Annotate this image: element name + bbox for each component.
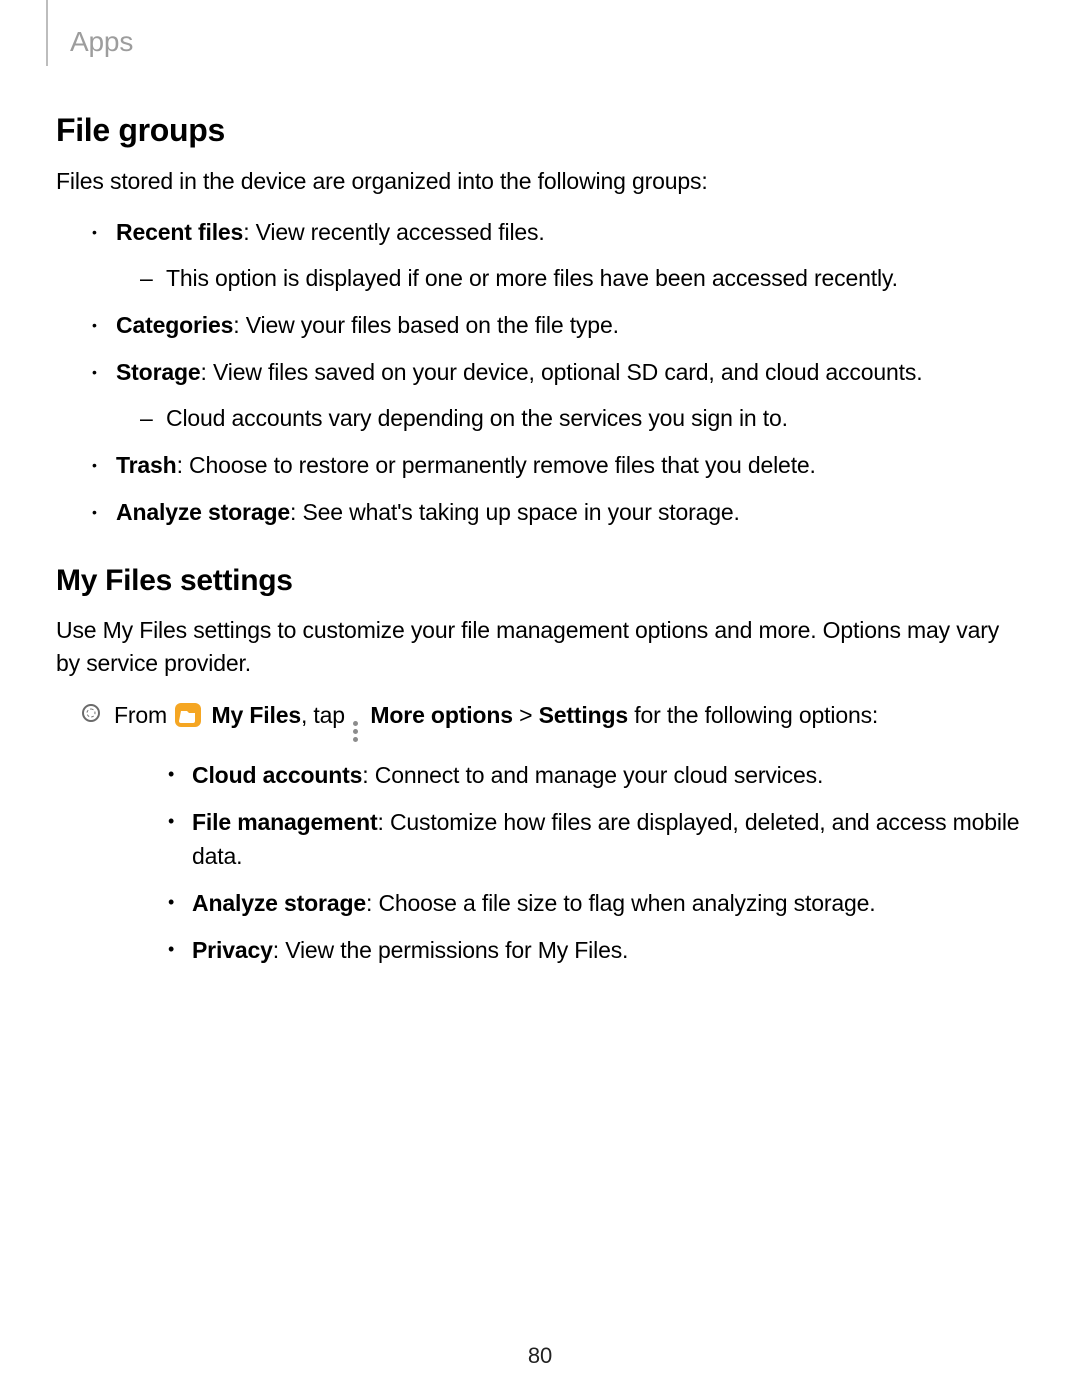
step-circle-icon xyxy=(82,704,100,722)
file-groups-list: Recent files: View recently accessed fil… xyxy=(92,216,1024,529)
item-text: : Connect to and manage your cloud servi… xyxy=(362,762,823,788)
sublist-item: This option is displayed if one or more … xyxy=(140,262,1024,295)
section-tab: Apps xyxy=(70,26,1024,58)
item-text: : View recently accessed files. xyxy=(243,219,544,245)
list-item: Trash: Choose to restore or permanently … xyxy=(92,449,1024,482)
item-label: Categories xyxy=(116,312,233,338)
document-page: Apps File groups Files stored in the dev… xyxy=(0,0,1080,1024)
procedure-step: From My Files, tap More options > Settin… xyxy=(82,698,1024,967)
list-item: Analyze storage: Choose a file size to f… xyxy=(168,887,1024,920)
item-text: : See what's taking up space in your sto… xyxy=(290,499,740,525)
item-label: Analyze storage xyxy=(192,890,366,916)
item-label: Cloud accounts xyxy=(192,762,362,788)
list-item: Recent files: View recently accessed fil… xyxy=(92,216,1024,295)
procedure-list: From My Files, tap More options > Settin… xyxy=(82,698,1024,967)
list-item: File management: Customize how files are… xyxy=(168,806,1024,873)
step-text-post: for the following options: xyxy=(628,702,878,728)
sublist: This option is displayed if one or more … xyxy=(140,262,1024,295)
item-text: : View files saved on your device, optio… xyxy=(201,359,923,385)
folder-icon xyxy=(175,703,201,727)
page-number: 80 xyxy=(0,1343,1080,1369)
item-label: Analyze storage xyxy=(116,499,290,525)
step-text-pre: From xyxy=(114,702,173,728)
step-text-mid2: > xyxy=(513,702,539,728)
heading-my-files-settings: My Files settings xyxy=(56,564,1024,598)
item-text: : View your files based on the file type… xyxy=(233,312,619,338)
settings-options-list: Cloud accounts: Connect to and manage yo… xyxy=(168,759,1024,968)
item-text: : Choose a file size to flag when analyz… xyxy=(366,890,875,916)
more-options-icon xyxy=(353,721,358,743)
list-item: Storage: View files saved on your device… xyxy=(92,356,1024,435)
intro-file-groups: Files stored in the device are organized… xyxy=(56,165,1024,198)
item-label: File management xyxy=(192,809,378,835)
sublist-item: Cloud accounts vary depending on the ser… xyxy=(140,402,1024,435)
item-text: : Choose to restore or permanently remov… xyxy=(177,452,816,478)
header-rule xyxy=(46,0,48,66)
list-item: Privacy: View the permissions for My Fil… xyxy=(168,934,1024,967)
item-label: Recent files xyxy=(116,219,243,245)
step-app-name: My Files xyxy=(205,702,301,728)
list-item: Categories: View your files based on the… xyxy=(92,309,1024,342)
item-text: : View the permissions for My Files. xyxy=(273,937,629,963)
step-more-options: More options xyxy=(364,702,513,728)
intro-my-files-settings: Use My Files settings to customize your … xyxy=(56,614,1024,681)
sublist: Cloud accounts vary depending on the ser… xyxy=(140,402,1024,435)
step-settings: Settings xyxy=(539,702,628,728)
item-label: Storage xyxy=(116,359,201,385)
list-item: Analyze storage: See what's taking up sp… xyxy=(92,496,1024,529)
item-label: Privacy xyxy=(192,937,273,963)
heading-file-groups: File groups xyxy=(56,112,1024,149)
step-text-mid1: , tap xyxy=(301,702,351,728)
list-item: Cloud accounts: Connect to and manage yo… xyxy=(168,759,1024,792)
item-label: Trash xyxy=(116,452,177,478)
